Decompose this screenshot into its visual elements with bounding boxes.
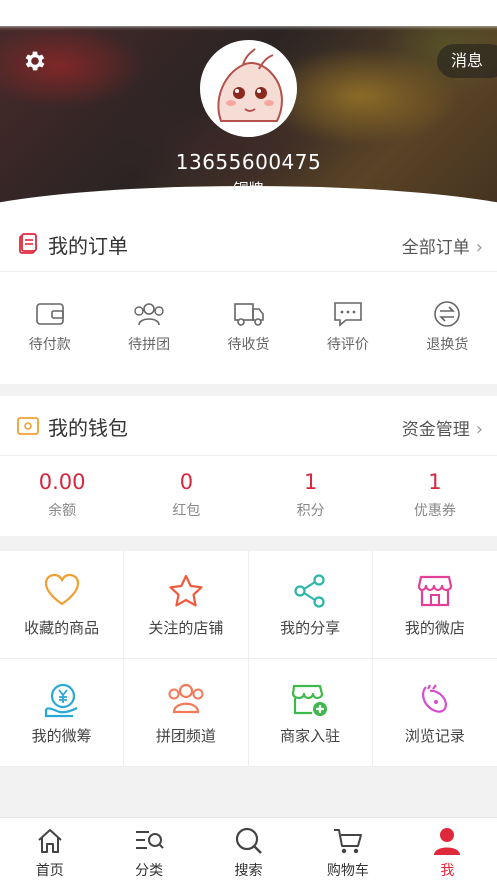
wallet-value: 1 — [428, 470, 442, 494]
order-status-label: 退换货 — [426, 337, 469, 353]
my-crowdfunding[interactable]: 我的微筹 — [0, 659, 125, 767]
wallet-section-icon — [17, 417, 39, 435]
followed-shops[interactable]: 关注的店铺 — [124, 551, 249, 659]
wallet-label: 积分 — [296, 503, 325, 519]
order-status-label: 待拼团 — [128, 337, 171, 353]
wallet-label: 优惠券 — [413, 503, 456, 519]
wallet-label: 余额 — [48, 503, 77, 519]
cart-icon — [333, 829, 362, 854]
tab-label: 我 — [440, 863, 455, 879]
feature-label: 我的分享 — [280, 619, 341, 637]
order-list-icon — [19, 233, 37, 254]
wallet-value: 0.00 — [38, 470, 86, 494]
tab-label: 首页 — [35, 863, 64, 879]
order-pending-receipt[interactable]: 待收货 — [199, 272, 298, 376]
wallet-value: 0 — [179, 470, 194, 494]
gear-icon[interactable] — [22, 48, 48, 74]
favorite-products[interactable]: 收藏的商品 — [0, 551, 125, 659]
share-icon — [294, 574, 325, 608]
my-shares[interactable]: 我的分享 — [248, 551, 373, 659]
profile-page: 消息 13655600475 铜牌 我的订单 全部订单 › 待付款 待拼团 待收… — [0, 0, 497, 883]
wallet-header[interactable]: 我的钱包 资金管理 › — [0, 396, 497, 456]
status-bar — [0, 0, 497, 26]
merchant-icon — [292, 684, 328, 716]
orders-section: 我的订单 全部订单 › 待付款 待拼团 待收货 待评价 退换货 — [0, 216, 497, 384]
chevron-right-icon: › — [475, 419, 483, 440]
wallet-title: 我的钱包 — [48, 416, 128, 440]
feature-label: 关注的店铺 — [148, 619, 224, 637]
tab-home[interactable]: 首页 — [0, 818, 99, 883]
feature-label: 收藏的商品 — [24, 619, 100, 637]
wallet-coupons[interactable]: 1 优惠券 — [373, 456, 497, 536]
search-icon — [235, 827, 262, 854]
group-icon — [134, 303, 164, 326]
tab-label: 购物车 — [326, 863, 369, 879]
wallet-red-packet[interactable]: 0 红包 — [124, 456, 248, 536]
tab-search[interactable]: 搜索 — [199, 818, 298, 883]
tab-category[interactable]: 分类 — [99, 818, 198, 883]
feature-grid: 收藏的商品 关注的店铺 我的分享 我的微店 我的微筹 拼团频道 商家入驻 浏览记… — [0, 551, 497, 767]
my-micro-shop[interactable]: 我的微店 — [372, 551, 497, 659]
member-level: 铜牌 — [233, 180, 264, 198]
order-return-exchange[interactable]: 退换货 — [398, 272, 497, 376]
wallet-stats-row: 0.00 余额 0 红包 1 积分 1 优惠券 — [0, 456, 497, 536]
all-orders-link[interactable]: 全部订单 › — [402, 233, 483, 258]
feature-label: 我的微店 — [404, 619, 465, 637]
heart-icon — [44, 573, 79, 606]
order-pending-review[interactable]: 待评价 — [298, 272, 397, 376]
comment-icon — [334, 302, 362, 327]
message-button[interactable]: 消息 — [437, 44, 497, 78]
exchange-icon — [434, 301, 461, 327]
tab-label: 分类 — [135, 863, 164, 879]
shop-icon — [417, 575, 452, 607]
feature-label: 拼团频道 — [155, 727, 216, 745]
feature-label: 商家入驻 — [280, 727, 341, 745]
feature-label: 浏览记录 — [404, 727, 465, 745]
crowdfund-icon — [44, 683, 78, 718]
avatar[interactable] — [200, 40, 297, 137]
order-pending-group[interactable]: 待拼团 — [99, 272, 198, 376]
profile-header: 消息 13655600475 铜牌 — [0, 26, 497, 216]
truck-icon — [233, 303, 264, 326]
category-icon — [136, 831, 164, 849]
user-phone: 13655600475 — [175, 150, 322, 174]
orders-title: 我的订单 — [48, 234, 128, 258]
tab-me[interactable]: 我 — [398, 818, 497, 883]
star-icon — [169, 574, 203, 607]
browsing-history[interactable]: 浏览记录 — [372, 659, 497, 767]
bottom-tab-bar: 首页 分类 搜索 购物车 我 — [0, 817, 497, 883]
orders-header[interactable]: 我的订单 全部订单 › — [0, 216, 497, 272]
wallet-points[interactable]: 1 积分 — [249, 456, 373, 536]
merchant-settle-in[interactable]: 商家入驻 — [248, 659, 373, 767]
feature-label: 我的微筹 — [31, 727, 92, 745]
order-status-label: 待评价 — [326, 337, 369, 353]
wallet-label: 红包 — [172, 503, 201, 519]
group-channel-icon — [168, 683, 204, 714]
order-status-label: 待付款 — [28, 337, 71, 353]
group-buy-channel[interactable]: 拼团频道 — [124, 659, 249, 767]
order-status-label: 待收货 — [227, 337, 270, 353]
wallet-section: 我的钱包 资金管理 › 0.00 余额 0 红包 1 积分 1 优惠券 — [0, 396, 497, 536]
order-status-row: 待付款 待拼团 待收货 待评价 退换货 — [0, 272, 497, 376]
chevron-right-icon: › — [475, 237, 483, 258]
tab-label: 搜索 — [234, 863, 263, 879]
fund-management-link[interactable]: 资金管理 › — [402, 415, 483, 440]
wallet-value: 1 — [303, 470, 318, 494]
home-icon — [38, 829, 62, 853]
order-pending-payment[interactable]: 待付款 — [0, 272, 99, 376]
wallet-icon — [35, 303, 64, 325]
history-icon — [421, 684, 447, 713]
wallet-balance[interactable]: 0.00 余额 — [0, 456, 124, 536]
tab-cart[interactable]: 购物车 — [298, 818, 397, 883]
cartoon-avatar-icon — [217, 48, 283, 122]
user-icon — [434, 828, 461, 855]
